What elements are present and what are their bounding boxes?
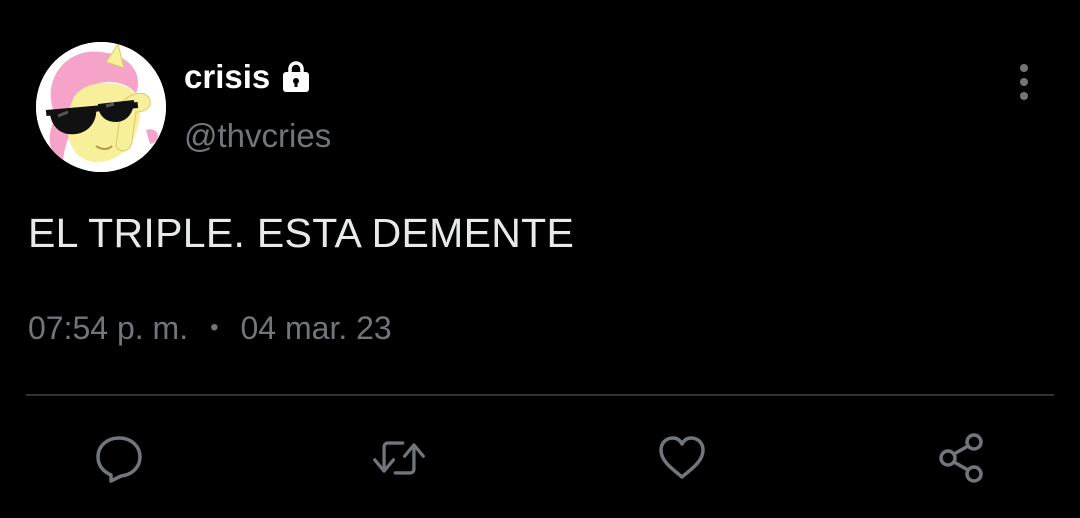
more-options-button[interactable] — [1004, 60, 1044, 104]
share-icon — [939, 433, 983, 483]
like-button[interactable] — [654, 430, 710, 486]
tweet-text: EL TRIPLE. ESTA DEMENTE — [28, 210, 575, 256]
author-handle[interactable]: @thvcries — [184, 116, 331, 156]
author-name-row: crisis — [184, 58, 314, 96]
reply-button[interactable] — [91, 430, 147, 486]
lock-icon — [278, 59, 314, 95]
tweet-date: 04 mar. 23 — [240, 310, 392, 346]
avatar[interactable] — [36, 42, 166, 172]
retweet-button[interactable] — [371, 430, 427, 486]
reply-icon — [96, 436, 142, 483]
heart-icon — [659, 436, 705, 479]
share-button[interactable] — [934, 430, 990, 486]
display-name[interactable]: crisis — [184, 58, 270, 96]
more-vertical-icon — [1020, 64, 1028, 100]
tweet-card: crisis @thvcries EL TRIPLE. ESTA DEMENTE… — [0, 0, 1080, 518]
tweet-timestamp[interactable]: 07:54 p. m. • 04 mar. 23 — [28, 308, 392, 348]
avatar-pony-sunglasses-image — [36, 42, 166, 172]
tweet-time: 07:54 p. m. — [28, 310, 189, 346]
meta-separator: • — [210, 314, 219, 341]
divider — [26, 394, 1054, 396]
retweet-icon — [373, 441, 425, 475]
